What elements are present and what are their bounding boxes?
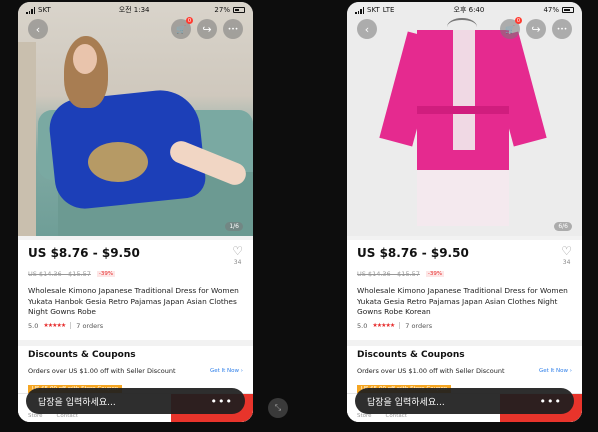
status-bar: SKT LTE 오후 6:40 47%	[347, 2, 582, 18]
photo-robe-pattern	[88, 142, 148, 182]
rating-value: 5.0	[28, 321, 39, 330]
order-count: 7 orders	[405, 321, 433, 330]
product-title: Wholesale Kimono Japanese Traditional Dr…	[357, 286, 568, 316]
back-arrow-icon: ‹	[35, 22, 41, 36]
more-dots-icon[interactable]: •••	[211, 395, 233, 408]
network: LTE	[382, 6, 395, 14]
price: US $8.76 - $9.50	[357, 246, 469, 260]
seller-coupon-text: Orders over US $1.00 off with Seller Dis…	[28, 367, 176, 375]
divider	[399, 322, 401, 329]
heart-icon: ♡	[561, 244, 572, 258]
clock: 오전 1:34	[118, 6, 150, 14]
product-title: Wholesale Kimono Japanese Traditional Dr…	[28, 286, 239, 316]
battery-percent: 27%	[214, 6, 230, 14]
reply-placeholder: 답장을 입력하세요...	[367, 397, 445, 408]
star-rating-icon: ★★★★★	[43, 322, 66, 329]
signal-icon	[355, 6, 364, 14]
back-button[interactable]: ‹	[28, 19, 48, 39]
chevron-right-icon: ›	[240, 368, 243, 374]
more-button[interactable]: •••	[552, 19, 572, 39]
discount-badge: -39%	[96, 271, 116, 277]
original-price: US $14.36 - $15.57	[28, 270, 91, 278]
collapse-icon[interactable]: ⤡	[268, 398, 288, 418]
image-counter: 1/6	[225, 222, 243, 231]
image-counter: 6/6	[554, 222, 572, 231]
more-icon: •••	[227, 25, 239, 33]
order-count: 7 orders	[76, 321, 104, 330]
status-bar: SKT 오전 1:34 27%	[18, 2, 253, 18]
seller-coupon-row[interactable]: Orders over US $1.00 off with Seller Dis…	[28, 367, 243, 375]
cart-button[interactable]: 🛒 0	[500, 17, 522, 39]
back-arrow-icon: ‹	[364, 22, 370, 36]
product-photo-pink-kimono[interactable]	[347, 2, 582, 236]
cart-button[interactable]: 🛒 0	[171, 17, 193, 39]
divider	[70, 322, 72, 329]
clock: 오후 6:40	[453, 6, 485, 14]
wishlist-count: 34	[562, 259, 571, 266]
product-screen-left: SKT 오전 1:34 27% ‹ 🛒 0 ↪ ••• 1/6 US $8.76 …	[18, 2, 253, 422]
carrier: SKT	[38, 6, 51, 14]
share-icon: ↪	[202, 22, 212, 36]
cart-icon: 🛒	[505, 24, 515, 34]
coupons-title: Discounts & Coupons	[28, 350, 136, 360]
get-it-now-link[interactable]: Get It Now ›	[210, 368, 243, 374]
battery-percent: 47%	[543, 6, 559, 14]
cart-badge: 0	[515, 17, 522, 24]
more-button[interactable]: •••	[223, 19, 243, 39]
star-rating-icon: ★★★★★	[372, 322, 395, 329]
rating-value: 5.0	[357, 321, 368, 330]
share-button[interactable]: ↪	[197, 19, 217, 39]
share-icon: ↪	[531, 22, 541, 36]
signal-icon	[26, 6, 35, 14]
cart-icon: 🛒	[176, 24, 186, 34]
heart-icon: ♡	[232, 244, 243, 258]
more-dots-icon[interactable]: •••	[540, 395, 562, 408]
photo-kimono-hem	[417, 170, 509, 226]
battery-icon	[232, 7, 245, 13]
photo-cabinet	[18, 42, 36, 236]
photo-model-face	[73, 44, 97, 74]
coupons-title: Discounts & Coupons	[357, 350, 465, 360]
wishlist-button[interactable]: ♡ 34	[561, 244, 572, 268]
discount-badge: -39%	[425, 271, 445, 277]
reply-input[interactable]: 답장을 입력하세요... •••	[26, 388, 245, 414]
reply-placeholder: 답장을 입력하세요...	[38, 397, 116, 408]
original-price: US $14.36 - $15.57	[357, 270, 420, 278]
photo-kimono-collar	[453, 30, 475, 150]
chevron-right-icon: ›	[569, 368, 572, 374]
price: US $8.76 - $9.50	[28, 246, 140, 260]
carrier: SKT	[367, 6, 380, 14]
product-photo-blue-kimono[interactable]	[18, 2, 253, 236]
wishlist-button[interactable]: ♡ 34	[232, 244, 243, 268]
seller-coupon-text: Orders over US $1.00 off with Seller Dis…	[357, 367, 505, 375]
cart-badge: 0	[186, 17, 193, 24]
battery-icon	[562, 7, 574, 13]
seller-coupon-row[interactable]: Orders over US $1.00 off with Seller Dis…	[357, 367, 572, 375]
get-it-now-link[interactable]: Get It Now ›	[539, 368, 572, 374]
share-button[interactable]: ↪	[526, 19, 546, 39]
back-button[interactable]: ‹	[357, 19, 377, 39]
product-screen-right: SKT LTE 오후 6:40 47% ‹ 🛒 0 ↪ ••• 6/6 US $8…	[347, 2, 582, 422]
wishlist-count: 34	[233, 259, 242, 266]
photo-kimono-belt	[417, 106, 509, 114]
more-icon: •••	[556, 25, 568, 33]
reply-input[interactable]: 답장을 입력하세요... •••	[355, 388, 574, 414]
